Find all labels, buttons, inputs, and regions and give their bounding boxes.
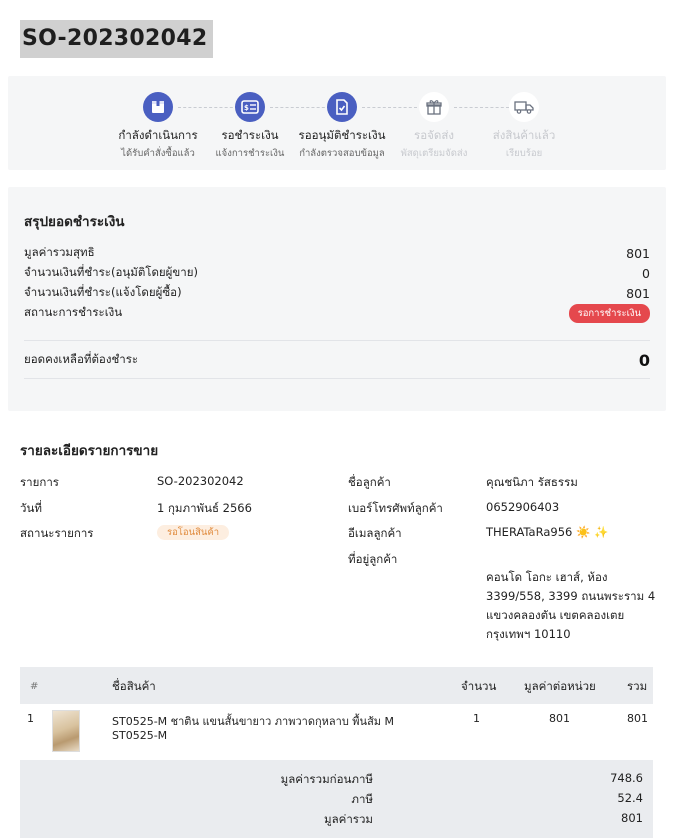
- step-sublabel: ได้รับคำสั่งซื้อแล้ว: [121, 148, 195, 159]
- product-sku: ST0525-M: [112, 729, 168, 742]
- summary-divider: [24, 378, 650, 379]
- order-value: SO-202302042: [157, 474, 244, 488]
- column-header-unit-price: มูลค่าต่อหน่วย: [524, 679, 596, 693]
- summary-row-label: มูลค่ารวมสุทธิ: [24, 245, 95, 259]
- gift-box-icon: [419, 92, 449, 122]
- subtotal-row: มูลค่ารวมก่อนภาษี 748.6: [20, 771, 653, 789]
- date-value: 1 กุมภาพันธ์ 2566: [157, 501, 252, 515]
- row-total: 801: [627, 712, 648, 725]
- step-sublabel: เรียบร้อย: [505, 148, 543, 159]
- order-status-label: สถานะรายการ: [20, 526, 94, 540]
- step-label: รอจัดส่ง: [414, 128, 454, 142]
- order-status-badge: รอโอนสินค้า: [157, 525, 230, 540]
- order-status-badge-wrap: รอโอนสินค้า: [157, 524, 230, 540]
- grand-total-value: 801: [621, 811, 643, 825]
- subtotal-value: 748.6: [610, 771, 643, 785]
- customer-phone-value: 0652906403: [486, 500, 560, 514]
- tax-row: ภาษี 52.4: [20, 791, 653, 809]
- payment-status-label: สถานะการชำระเงิน: [24, 305, 123, 319]
- step-label: รอชำระเงิน: [221, 128, 279, 142]
- tax-value: 52.4: [617, 791, 643, 805]
- summary-row-payment-status: สถานะการชำระเงิน รอการชำระเงิน: [24, 303, 650, 323]
- step-label: รออนุมัติชำระเงิน: [298, 128, 386, 142]
- product-thumbnail: [52, 710, 80, 752]
- step-label: ส่งสินค้าแล้ว: [492, 128, 556, 142]
- date-label: วันที่: [20, 501, 42, 515]
- grand-total-row: มูลค่ารวม 801: [20, 811, 653, 829]
- step-processing: กำลังดำเนินการ ได้รับคำสั่งซื้อแล้ว: [108, 92, 208, 161]
- column-header-total: รวม: [627, 679, 648, 693]
- totals-panel: มูลค่ารวมก่อนภาษี 748.6 ภาษี 52.4 มูลค่า…: [20, 760, 653, 838]
- payment-status-badge: รอการชำระเงิน: [568, 303, 650, 323]
- column-header-qty: จำนวน: [461, 679, 497, 693]
- summary-title: สรุปยอดชำระเงิน: [24, 214, 125, 230]
- order-status-stepper: กำลังดำเนินการ ได้รับคำสั่งซื้อแล้ว $ รอ…: [8, 76, 666, 170]
- customer-phone-label: เบอร์โทรศัพท์ลูกค้า: [348, 501, 443, 515]
- truck-icon: [509, 92, 539, 122]
- customer-address-value: คอนโด โอกะ เฮาส์, ห้อง 3399/558, 3399 ถน…: [486, 570, 656, 641]
- customer-address-label: ที่อยู่ลูกค้า: [348, 552, 398, 566]
- tax-label: ภาษี: [351, 792, 373, 806]
- summary-row-label: จำนวนเงินที่ชำระ(แจ้งโดยผู้ซื้อ): [24, 285, 182, 299]
- row-unit-price: 801: [549, 712, 570, 725]
- sale-details-title: รายละเอียดรายการขาย: [20, 443, 159, 459]
- column-header-index: #: [30, 681, 39, 692]
- step-awaiting-shipment: รอจัดส่ง พัสดุเตรียมจัดส่ง: [384, 92, 484, 161]
- step-sublabel: แจ้งการชำระเงิน: [215, 148, 285, 159]
- row-qty: 1: [473, 712, 480, 725]
- step-awaiting-payment: $ รอชำระเงิน แจ้งการชำระเงิน: [200, 92, 300, 161]
- summary-row-value: 801: [626, 245, 650, 261]
- table-header: # ชื่อสินค้า จำนวน มูลค่าต่อหน่วย รวม: [20, 667, 653, 704]
- product-name: ST0525-M ชาติน แขนสั้นขายาว ภาพวาดกุหลาบ…: [112, 715, 395, 728]
- subtotal-label: มูลค่ารวมก่อนภาษี: [280, 772, 373, 786]
- customer-name-label: ชื่อลูกค้า: [348, 475, 391, 489]
- balance-value: 0: [638, 350, 650, 370]
- grand-total-label: มูลค่ารวม: [324, 812, 373, 826]
- svg-text:$: $: [244, 104, 249, 112]
- summary-divider: [24, 340, 650, 341]
- step-awaiting-approval: รออนุมัติชำระเงิน กำลังตรวจสอบข้อมูล: [292, 92, 392, 161]
- summary-row-net-total: มูลค่ารวมสุทธิ 801: [24, 244, 650, 262]
- customer-name-value: คุณชนิภา รัสธรรม: [486, 475, 578, 489]
- summary-row-value: 801: [626, 285, 650, 301]
- payment-card-icon: $: [235, 92, 265, 122]
- balance-label: ยอดคงเหลือที่ต้องชำระ: [24, 352, 139, 366]
- step-shipped: ส่งสินค้าแล้ว เรียบร้อย: [474, 92, 574, 161]
- summary-row-label: จำนวนเงินที่ชำระ(อนุมัติโดยผู้ขาย): [24, 265, 198, 279]
- customer-email-value: THERATaRa956 ☀️ ✨: [486, 525, 609, 539]
- step-label: กำลังดำเนินการ: [118, 128, 198, 142]
- table-row: 1 ST0525-M ชาติน แขนสั้นขายาว ภาพวาดกุหล…: [20, 704, 653, 758]
- step-sublabel: กำลังตรวจสอบข้อมูล: [299, 148, 385, 159]
- order-label: รายการ: [20, 475, 59, 489]
- column-header-name: ชื่อสินค้า: [112, 679, 156, 693]
- order-number-title: SO-202302042: [20, 20, 214, 58]
- summary-row-value: 0: [642, 265, 650, 281]
- payment-summary-panel: สรุปยอดชำระเงิน มูลค่ารวมสุทธิ 801 จำนวน…: [8, 187, 666, 411]
- summary-row-balance: ยอดคงเหลือที่ต้องชำระ 0: [24, 348, 650, 372]
- box-icon: [143, 92, 173, 122]
- customer-email-label: อีเมลลูกค้า: [348, 526, 402, 540]
- row-index: 1: [27, 712, 34, 725]
- step-sublabel: พัสดุเตรียมจัดส่ง: [400, 148, 468, 159]
- sale-items-table: # ชื่อสินค้า จำนวน มูลค่าต่อหน่วย รวม 1 …: [20, 667, 653, 758]
- document-check-icon: [327, 92, 357, 122]
- summary-row-paid-reported: จำนวนเงินที่ชำระ(แจ้งโดยผู้ซื้อ) 801: [24, 284, 650, 302]
- summary-row-paid-approved: จำนวนเงินที่ชำระ(อนุมัติโดยผู้ขาย) 0: [24, 264, 650, 282]
